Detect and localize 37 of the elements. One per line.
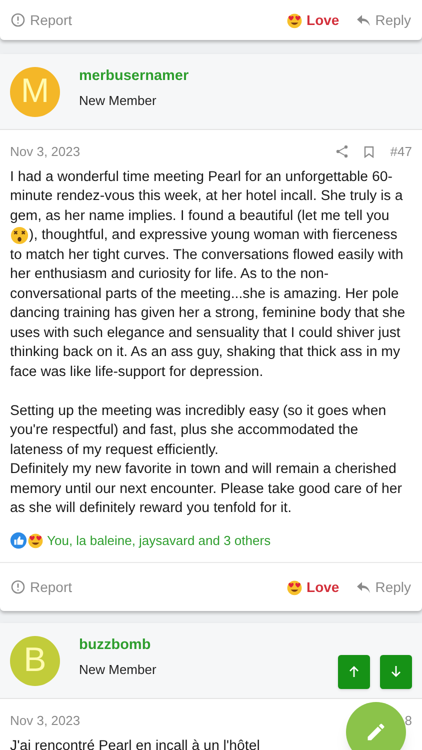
username-link[interactable]: merbusernamer	[79, 66, 189, 88]
pencil-icon	[365, 721, 387, 743]
thumbs-up-icon	[10, 532, 27, 549]
report-button[interactable]: Report	[11, 10, 72, 30]
heart-eyes-emoji-icon	[27, 532, 44, 549]
scroll-down-button[interactable]	[380, 654, 412, 688]
post-text: to match her tight curves. The conversations flowed easily with her enthusiasm and curiosity for life. As to the non-conversational parts of the meeting...she is amazing. Her pole dancing training has given her a strong, feminine body that she uses with such elegance and sensuality that I could shiver just thinking back on it. As an ass guy, shaking that thick ass in my face was like life-support for depression.	[10, 246, 406, 382]
post-date[interactable]: Nov 3, 2023	[10, 142, 80, 162]
arrow-down-icon	[391, 666, 401, 677]
post-text: Setting up the meeting was incredibly easy (so it goes when you're respectful) and fast, plus she accommodated the lateness of my request efficiently.	[10, 402, 388, 460]
dizzy-face-emoji-icon	[10, 226, 29, 246]
post-text: I had a wonderful time meeting Pearl for an unforgettable 60-minute rendez-vous this week, at her hotel incall. She truly is a gem, as her name implies. I found a beautiful (let me tell you	[10, 168, 404, 226]
post-text: J'ai rencontré Pearl en incall à un l'hôtel	[10, 736, 261, 750]
user-title: New Member	[79, 661, 156, 680]
love-button[interactable]: Love	[286, 576, 340, 598]
post-date[interactable]: Nov 3, 2023	[10, 711, 80, 730]
arrow-up-icon	[349, 666, 359, 677]
scroll-up-button[interactable]	[338, 654, 370, 688]
reply-button[interactable]: Reply	[357, 576, 411, 598]
post-number-link[interactable]: 8	[404, 711, 412, 730]
reply-icon	[357, 582, 370, 592]
alert-icon	[11, 13, 25, 27]
user-title: New Member	[79, 92, 158, 110]
bookmark-icon[interactable]	[364, 146, 374, 158]
heart-eyes-emoji-icon	[286, 12, 303, 28]
report-button[interactable]: Report	[11, 576, 72, 598]
share-icon[interactable]	[336, 145, 348, 158]
post-text: ), thoughtful, and expressive young woman with fierceness	[29, 226, 398, 245]
heart-eyes-emoji-icon	[286, 578, 303, 596]
post-text: Definitely my new favorite in town and will remain a cherished memory until our next encounter. Please take good care of her as she will definitely reward you tenfold for it.	[10, 460, 403, 518]
reply-button[interactable]: Reply	[357, 10, 411, 30]
alert-icon	[11, 580, 25, 594]
reactions-link[interactable]: You, la baleine, jaysavard and 3 others	[47, 530, 271, 550]
post-number-link[interactable]: #47	[390, 142, 412, 162]
love-button[interactable]: Love	[286, 10, 340, 30]
username-link[interactable]: buzzbomb	[79, 635, 156, 658]
reply-icon	[357, 14, 370, 26]
